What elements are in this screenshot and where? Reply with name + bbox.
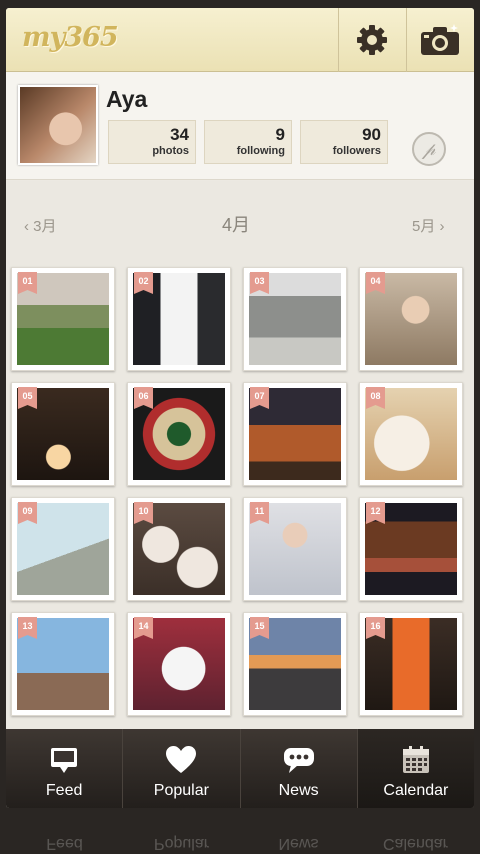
- following-count: 9: [275, 125, 285, 144]
- reflection-news: News: [278, 835, 319, 852]
- photos-stat[interactable]: 34 photos: [108, 120, 196, 164]
- followers-stat[interactable]: 90 followers: [300, 120, 388, 164]
- tab-calendar[interactable]: Calendar: [357, 729, 474, 808]
- current-month: 4月: [222, 215, 251, 235]
- bottom-navigation: Feed Popular News Calendar: [6, 729, 474, 808]
- profile-section: Aya 34 photos 9 following 90 followers 𝓅: [6, 72, 474, 180]
- chevron-left-icon: ‹: [24, 218, 29, 235]
- app-frame: my365 Aya 34 photos 9 following 90 follo…: [6, 8, 474, 808]
- month-navigation: ‹ 3月 4月 5月 ›: [6, 181, 474, 259]
- tab-popular[interactable]: Popular: [123, 729, 241, 808]
- camera-button[interactable]: [406, 8, 472, 72]
- reflection-feed: Feed: [46, 835, 83, 852]
- app-header: my365: [6, 8, 474, 72]
- photo-cell[interactable]: 08: [359, 382, 463, 486]
- chat-bubble-icon: [283, 748, 314, 773]
- followers-label: followers: [332, 145, 381, 157]
- prev-month-button[interactable]: ‹ 3月: [24, 215, 57, 236]
- following-label: following: [236, 145, 285, 157]
- settings-button[interactable]: [338, 8, 404, 72]
- photo-cell[interactable]: 13: [11, 612, 115, 716]
- photo-cell[interactable]: 11: [243, 497, 347, 601]
- avatar[interactable]: [18, 85, 98, 165]
- photo-cell[interactable]: 14: [127, 612, 231, 716]
- photo-cell[interactable]: 04: [359, 267, 463, 371]
- next-month-button[interactable]: 5月 ›: [412, 215, 445, 236]
- camera-icon: [420, 24, 459, 55]
- photos-count: 34: [170, 125, 189, 144]
- photos-label: photos: [152, 145, 189, 157]
- photo-cell[interactable]: 10: [127, 497, 231, 601]
- calendar-icon: [402, 746, 429, 773]
- username: Aya: [106, 86, 148, 112]
- following-stat[interactable]: 9 following: [204, 120, 292, 164]
- photo-cell[interactable]: 03: [243, 267, 347, 371]
- photo-calendar-grid: 01 02 03 04 05 06 07 08 09 10 11 12 13 14 15 16: [6, 259, 474, 729]
- photo-cell[interactable]: 12: [359, 497, 463, 601]
- photo-cell[interactable]: 02: [127, 267, 231, 371]
- feed-icon: [51, 748, 78, 773]
- tab-feed-label: Feed: [45, 782, 83, 799]
- tab-feed[interactable]: Feed: [6, 729, 124, 808]
- pinterest-button[interactable]: 𝓅: [412, 132, 446, 166]
- tab-news[interactable]: News: [241, 729, 358, 808]
- next-month-label: 5月: [412, 218, 436, 235]
- pinterest-icon: 𝓅: [422, 138, 436, 160]
- photo-cell[interactable]: 09: [11, 497, 115, 601]
- photo-cell[interactable]: 16: [359, 612, 463, 716]
- followers-count: 90: [362, 125, 381, 144]
- tab-calendar-label: Calendar: [383, 782, 449, 799]
- reflection-calendar: Calendar: [383, 835, 448, 852]
- photo-cell[interactable]: 01: [11, 267, 115, 371]
- chevron-right-icon: ›: [439, 218, 445, 235]
- screen-reflection: Feed Popular News Calendar: [6, 808, 474, 854]
- photo-cell[interactable]: 07: [243, 382, 347, 486]
- heart-icon: [166, 746, 197, 773]
- app-logo: my365: [22, 22, 119, 53]
- photo-cell[interactable]: 06: [127, 382, 231, 486]
- photo-cell[interactable]: 05: [11, 382, 115, 486]
- tab-popular-label: Popular: [153, 782, 209, 799]
- tab-news-label: News: [278, 782, 319, 799]
- photo-cell[interactable]: 15: [243, 612, 347, 716]
- reflection-popular: Popular: [153, 835, 210, 852]
- gear-icon: [356, 25, 387, 55]
- prev-month-label: 3月: [33, 218, 57, 235]
